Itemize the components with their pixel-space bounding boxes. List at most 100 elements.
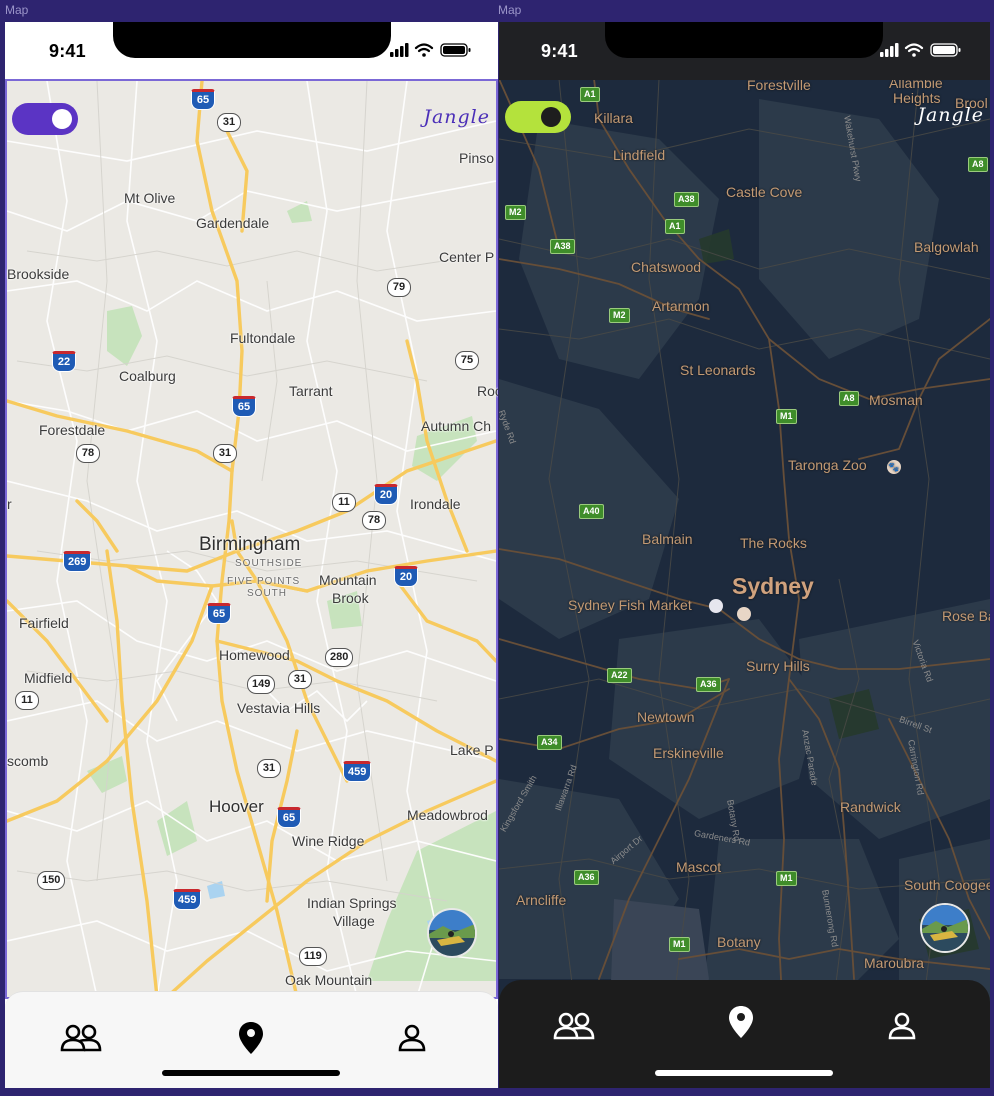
road-badge: M1 <box>776 871 797 886</box>
attraction-icon <box>737 607 751 621</box>
road-badge: A8 <box>968 157 988 172</box>
map-label: Chatswood <box>631 259 702 275</box>
map-label: Heights <box>893 90 941 106</box>
device-notch <box>605 22 883 58</box>
map-label: Gardendale <box>196 215 270 231</box>
profile-icon <box>888 1012 916 1040</box>
map-label: Killara <box>594 110 633 126</box>
status-time: 9:41 <box>541 41 578 61</box>
route-shield: 11 <box>332 493 356 512</box>
map-label: Indian Springs <box>307 895 397 911</box>
home-indicator <box>162 1070 340 1076</box>
map-label: Irondale <box>410 496 461 512</box>
map-label: Surry Hills <box>746 658 810 674</box>
tab-profile[interactable] <box>880 1008 924 1044</box>
map-label: Tarrant <box>289 383 333 399</box>
road-badge: A22 <box>607 668 632 683</box>
tab-profile[interactable] <box>390 1020 434 1056</box>
tab-friends[interactable] <box>552 1008 596 1044</box>
map-label: Newtown <box>637 709 695 725</box>
profile-icon <box>398 1024 426 1052</box>
map-label: scomb <box>7 753 49 769</box>
status-time: 9:41 <box>49 41 86 61</box>
road-badge: A38 <box>674 192 699 207</box>
map-label: Sydney Fish Market <box>568 597 692 613</box>
map-label: Taronga Zoo <box>788 457 867 473</box>
status-icons <box>880 42 970 63</box>
map-label: SOUTHSIDE <box>235 558 303 569</box>
user-avatar[interactable] <box>920 903 970 953</box>
road-badge: A1 <box>580 87 600 102</box>
map-label: Meadowbrod <box>407 807 488 823</box>
map-label: Autumn Ch <box>421 418 492 434</box>
map-label: Vestavia Hills <box>237 700 321 716</box>
frame-label-light: Map <box>5 3 29 17</box>
route-shield: 20 <box>374 484 398 505</box>
theme-toggle[interactable] <box>12 103 78 135</box>
route-shield: 269 <box>63 551 92 572</box>
toggle-knob <box>541 107 561 127</box>
map-label: Maroubra <box>864 955 924 971</box>
road-badge: A36 <box>696 677 721 692</box>
route-shield: 31 <box>288 670 312 689</box>
theme-toggle[interactable] <box>505 101 571 133</box>
map-label: Village <box>333 913 375 929</box>
map-label: Roc <box>477 383 498 399</box>
map-label: Birmingham <box>199 534 301 555</box>
route-shield: 119 <box>299 947 327 966</box>
route-shield: 149 <box>247 675 276 694</box>
map-label: Forestville <box>747 77 811 93</box>
frame-label-dark: Map <box>498 3 522 17</box>
jangle-logo: Jangle <box>423 106 490 128</box>
map-label: Botany <box>717 934 761 950</box>
map-label: Forestdale <box>39 422 106 438</box>
tab-bar <box>5 991 498 1088</box>
route-shield: 75 <box>455 351 479 370</box>
map-label: Hoover <box>209 797 264 816</box>
route-shield: 78 <box>76 444 100 463</box>
tab-map[interactable] <box>719 1004 763 1040</box>
map-label: Brookside <box>7 266 70 282</box>
route-shield: 20 <box>394 566 418 587</box>
map-view[interactable]: Pinso Mt Olive Gardendale Center P Brook… <box>5 79 498 999</box>
signal-icon <box>390 43 409 57</box>
home-indicator <box>655 1070 833 1076</box>
route-shield: 65 <box>277 807 301 828</box>
route-shield: 31 <box>257 759 281 778</box>
road-badge: M2 <box>505 205 526 220</box>
tab-friends[interactable] <box>59 1020 103 1056</box>
map-label: SOUTH <box>247 588 287 599</box>
map-label: Arncliffe <box>516 892 567 908</box>
route-shield: 31 <box>213 444 237 463</box>
route-shield: 78 <box>362 511 386 530</box>
route-shield: 459 <box>343 761 372 782</box>
map-label: The Rocks <box>740 535 807 551</box>
map-view[interactable]: Forestville Allambie Heights Brool Killa… <box>499 76 990 1039</box>
status-bar: 9:41 <box>5 22 498 80</box>
road-badge: M2 <box>609 308 630 323</box>
map-label: Mountain <box>319 572 377 588</box>
road-badge: A40 <box>579 504 604 519</box>
map-roads <box>499 79 990 1039</box>
route-shield: 31 <box>217 113 241 132</box>
road-badge: A38 <box>550 239 575 254</box>
map-label: Mt Olive <box>124 190 176 206</box>
route-shield: 65 <box>207 603 231 624</box>
road-badge: A1 <box>665 219 685 234</box>
user-avatar[interactable] <box>427 908 477 958</box>
map-label: Fultondale <box>230 330 296 346</box>
map-label: Midfield <box>24 670 73 686</box>
avatar-photo-icon <box>429 910 475 956</box>
route-shield: 280 <box>325 648 354 667</box>
route-shield: 459 <box>173 889 202 910</box>
friends-icon <box>553 1012 595 1040</box>
map-label: Erskineville <box>653 745 724 761</box>
jangle-logo: Jangle <box>917 104 984 126</box>
map-label: Wine Ridge <box>292 833 365 849</box>
map-label: Lindfield <box>613 147 666 163</box>
road-badge: A34 <box>537 735 562 750</box>
friends-icon <box>60 1024 102 1052</box>
map-label: Oak Mountain <box>285 972 373 988</box>
tab-map[interactable] <box>229 1020 273 1056</box>
map-label: South Coogee <box>904 877 990 893</box>
